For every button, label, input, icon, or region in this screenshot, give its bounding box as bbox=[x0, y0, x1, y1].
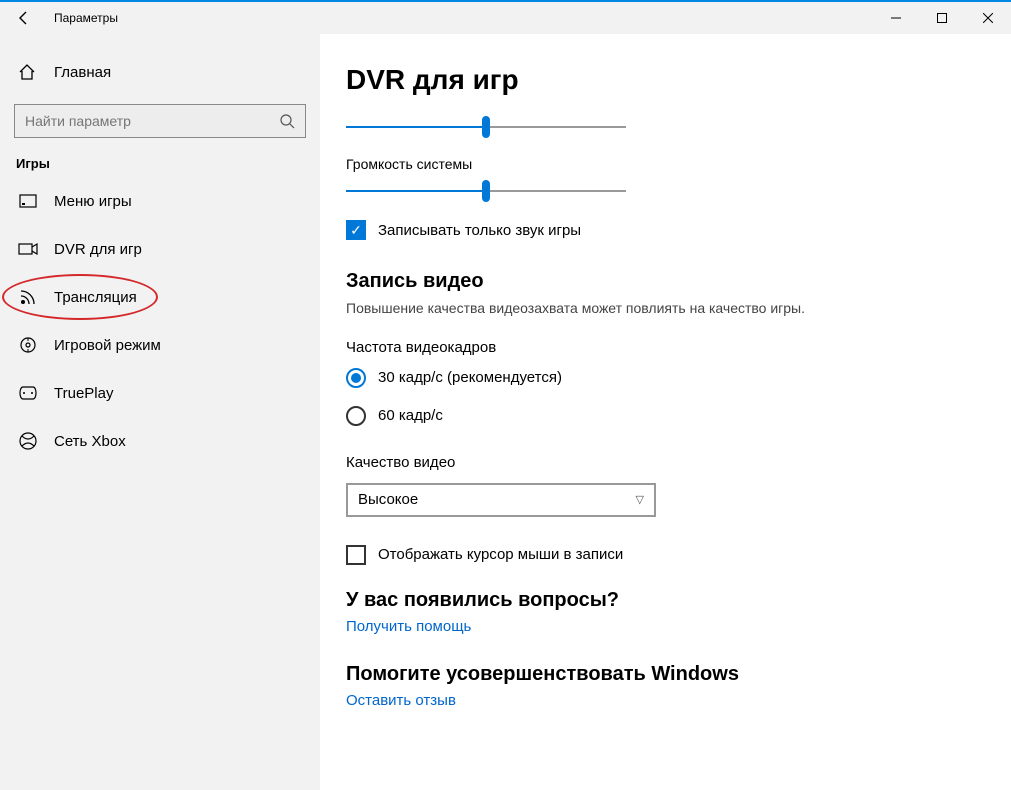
sidebar-item-broadcast[interactable]: Трансляция bbox=[0, 273, 320, 321]
sidebar-item-label: Меню игры bbox=[54, 193, 132, 210]
quality-value: Высокое bbox=[358, 491, 418, 508]
record-game-audio-checkbox[interactable]: ✓ bbox=[346, 220, 366, 240]
sidebar-item-dvr[interactable]: DVR для игр bbox=[0, 225, 320, 273]
record-game-audio-label: Записывать только звук игры bbox=[378, 222, 581, 239]
feedback-heading: Помогите усовершенствовать Windows bbox=[346, 663, 1011, 686]
section-label: Игры bbox=[0, 138, 320, 177]
show-cursor-checkbox[interactable]: ✓ bbox=[346, 545, 366, 565]
chevron-down-icon: ▽ bbox=[636, 493, 644, 506]
video-section-desc: Повышение качества видеозахвата может по… bbox=[346, 299, 806, 319]
home-label: Главная bbox=[54, 64, 111, 81]
show-cursor-label: Отображать курсор мыши в записи bbox=[378, 546, 623, 563]
search-input[interactable] bbox=[14, 104, 306, 138]
feedback-link[interactable]: Оставить отзыв bbox=[346, 692, 1011, 709]
sidebar-item-label: DVR для игр bbox=[54, 241, 142, 258]
back-button[interactable] bbox=[0, 2, 48, 34]
sidebar-item-label: Трансляция bbox=[54, 289, 137, 306]
sidebar-item-game-bar[interactable]: Меню игры bbox=[0, 177, 320, 225]
broadcast-icon bbox=[18, 288, 38, 306]
fps-label: Частота видеокадров bbox=[346, 339, 1011, 356]
titlebar: Параметры bbox=[0, 2, 1011, 34]
system-volume-label: Громкость системы bbox=[346, 156, 1011, 172]
quality-select[interactable]: Высокое ▽ bbox=[346, 483, 656, 517]
fps-30-radio[interactable] bbox=[346, 368, 366, 388]
sidebar-item-label: TruePlay bbox=[54, 385, 113, 402]
dvr-icon bbox=[18, 242, 38, 256]
sidebar-item-trueplay[interactable]: TruePlay bbox=[0, 369, 320, 417]
sidebar-item-game-mode[interactable]: Игровой режим bbox=[0, 321, 320, 369]
quality-label: Качество видео bbox=[346, 454, 1011, 471]
window-title: Параметры bbox=[48, 11, 118, 25]
content-area: DVR для игр Громкость системы ✓ Записы bbox=[320, 34, 1011, 790]
sidebar-item-label: Сеть Xbox bbox=[54, 433, 126, 450]
video-section-heading: Запись видео bbox=[346, 270, 1011, 293]
sidebar: Главная Игры Меню игры DVR для игр Транс… bbox=[0, 34, 320, 790]
fps-60-label: 60 кадр/с bbox=[378, 407, 443, 424]
sidebar-item-xbox[interactable]: Сеть Xbox bbox=[0, 417, 320, 465]
system-volume-slider[interactable] bbox=[346, 180, 626, 202]
gamemode-icon bbox=[18, 336, 38, 354]
fps-30-label: 30 кадр/с (рекомендуется) bbox=[378, 369, 562, 386]
page-title: DVR для игр bbox=[346, 64, 1011, 96]
search-icon bbox=[279, 113, 295, 129]
help-link[interactable]: Получить помощь bbox=[346, 618, 1011, 635]
minimize-button[interactable] bbox=[873, 2, 919, 34]
home-nav[interactable]: Главная bbox=[0, 52, 320, 92]
maximize-button[interactable] bbox=[919, 2, 965, 34]
trueplay-icon bbox=[18, 386, 38, 400]
mic-volume-slider[interactable] bbox=[346, 116, 626, 138]
close-button[interactable] bbox=[965, 2, 1011, 34]
xbox-icon bbox=[18, 432, 38, 450]
sidebar-item-label: Игровой режим bbox=[54, 337, 161, 354]
gamebar-icon bbox=[18, 194, 38, 208]
fps-60-radio[interactable] bbox=[346, 406, 366, 426]
help-heading: У вас появились вопросы? bbox=[346, 589, 1011, 612]
search-field[interactable] bbox=[25, 113, 265, 129]
home-icon bbox=[18, 63, 38, 81]
